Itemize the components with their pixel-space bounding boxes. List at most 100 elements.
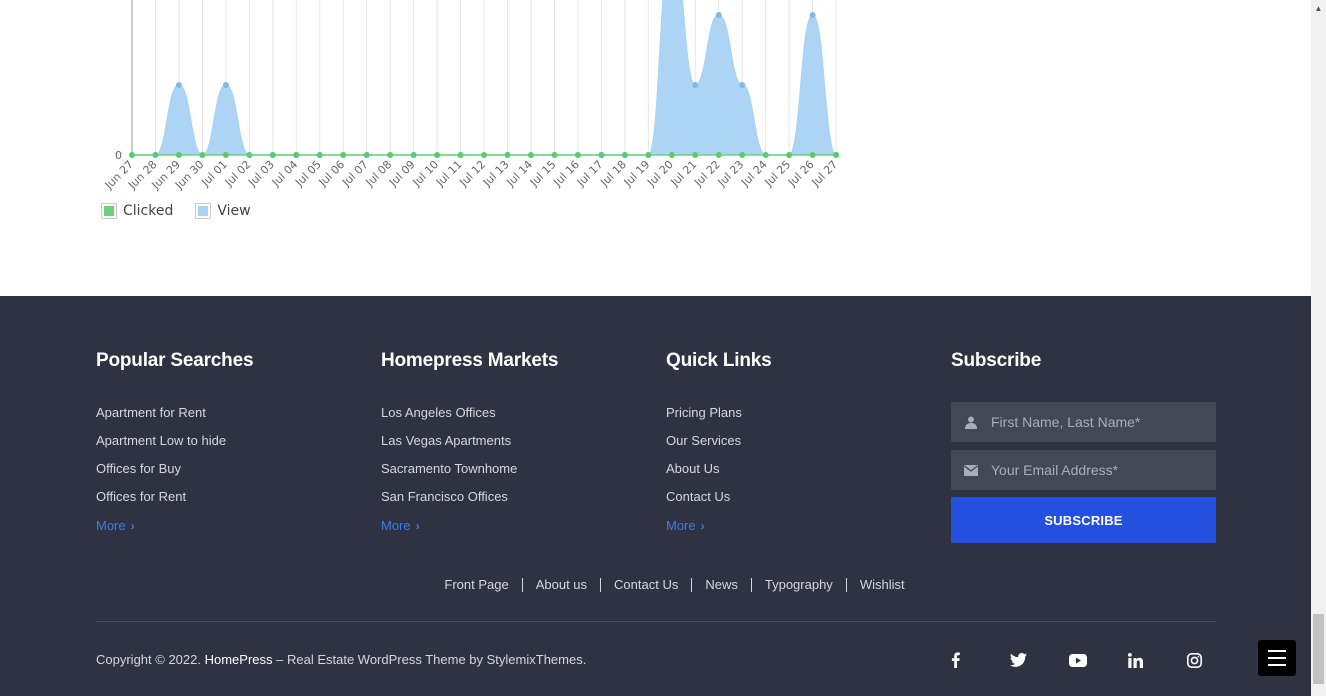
name-field[interactable] — [951, 402, 1216, 442]
footer-link[interactable]: Offices for Buy — [96, 461, 253, 489]
data-point-clicked — [293, 152, 300, 158]
footer-link[interactable]: Apartment for Rent — [96, 405, 253, 433]
footer-link[interactable]: Las Vegas Apartments — [381, 433, 558, 461]
legend-item-clicked[interactable]: Clicked — [101, 203, 173, 219]
data-point-view — [222, 82, 229, 88]
x-tick-label: Jul 26 — [785, 158, 817, 190]
data-point-clicked — [199, 152, 206, 158]
x-tick-label: Jul 09 — [386, 158, 418, 190]
data-point-clicked — [129, 152, 135, 158]
footer-nav-news[interactable]: News — [691, 578, 751, 592]
statistics-chart: 0 Jun 27 Jun 28 Jun 29 Jun 30 Jul 01 Jul 02 Jul… — [0, 0, 1311, 296]
quick-links-list: Pricing Plans Our Services About Us Cont… — [666, 405, 772, 517]
menu-bar — [1268, 657, 1286, 659]
legend-swatch-view — [195, 203, 212, 219]
footer-link[interactable]: Contact Us — [666, 489, 772, 517]
x-tick-label: Jul 21 — [668, 158, 700, 190]
scroll-up-arrow-icon[interactable]: ▲ — [1311, 0, 1326, 17]
footer-nav-front-page[interactable]: Front Page — [431, 578, 521, 592]
footer-link[interactable]: Sacramento Townhome — [381, 461, 558, 489]
chevron-right-icon: › — [415, 518, 420, 533]
youtube-icon[interactable] — [1066, 650, 1125, 670]
data-point-view — [692, 82, 699, 88]
footer-nav-contact-us[interactable]: Contact Us — [600, 578, 691, 592]
x-tick-label: Jul 22 — [691, 158, 723, 190]
quick-links-more-link[interactable]: More › — [666, 518, 705, 533]
popular-more-link[interactable]: More › — [96, 518, 135, 533]
x-tick-label: Jul 18 — [597, 158, 629, 190]
chevron-right-icon: › — [130, 518, 135, 533]
data-point-view — [809, 12, 816, 18]
data-point-clicked — [504, 152, 511, 158]
menu-bar — [1268, 664, 1286, 666]
x-tick-label: Jul 07 — [339, 158, 371, 190]
instagram-icon[interactable] — [1184, 650, 1243, 670]
footer-link[interactable]: Apartment Low to hide — [96, 433, 253, 461]
footer-nav-typography[interactable]: Typography — [750, 578, 846, 592]
x-tick-label: Jul 06 — [316, 158, 348, 190]
data-point-clicked — [621, 152, 628, 158]
envelope-icon — [951, 464, 991, 476]
copyright-prefix: Copyright © 2022. — [96, 652, 205, 667]
legend-label-view: View — [217, 203, 251, 219]
data-point-clicked — [786, 152, 793, 158]
data-point-clicked — [668, 152, 675, 158]
footer-nav-wishlist[interactable]: Wishlist — [845, 578, 918, 592]
name-input[interactable] — [991, 414, 1211, 430]
x-tick-label: Jul 10 — [410, 158, 442, 190]
data-point-view — [715, 12, 722, 18]
facebook-icon[interactable] — [948, 650, 1007, 670]
data-point-clicked — [222, 152, 229, 158]
popular-searches-title: Popular Searches — [96, 350, 254, 371]
twitter-icon[interactable] — [1007, 650, 1066, 670]
data-point-clicked — [152, 152, 159, 158]
quick-links-column: Quick Links Pricing Plans Our Services A… — [666, 350, 772, 535]
footer-link[interactable]: Offices for Rent — [96, 489, 253, 517]
x-tick-label: Jul 23 — [715, 158, 747, 190]
linkedin-icon[interactable] — [1125, 650, 1184, 670]
popular-searches-list: Apartment for Rent Apartment Low to hide… — [96, 405, 253, 517]
email-input[interactable] — [991, 462, 1211, 478]
chart-svg: 0Jun 27Jun 28Jun 29Jun 30Jul 01Jul 02Jul… — [102, 0, 841, 192]
footer-divider — [96, 621, 1216, 622]
data-point-clicked — [527, 152, 534, 158]
data-point-clicked — [645, 152, 652, 158]
footer-link[interactable]: San Francisco Offices — [381, 489, 558, 517]
data-point-clicked — [387, 152, 394, 158]
data-point-clicked — [269, 152, 276, 158]
subscribe-button[interactable]: SUBSCRIBE — [951, 497, 1216, 543]
subscribe-title: Subscribe — [951, 350, 1042, 371]
x-tick-label: Jul 13 — [480, 158, 512, 190]
x-tick-label: Jul 27 — [809, 158, 841, 190]
social-links — [948, 650, 1243, 670]
legend-item-view[interactable]: View — [195, 203, 251, 219]
more-label: More — [381, 518, 411, 533]
page-scrollbar[interactable]: ▲ — [1311, 0, 1326, 696]
footer-link[interactable]: Pricing Plans — [666, 405, 772, 433]
data-point-clicked — [434, 152, 441, 158]
footer-nav-about-us[interactable]: About us — [521, 578, 600, 592]
footer-link[interactable]: Los Angeles Offices — [381, 405, 558, 433]
copyright-suffix: – Real Estate WordPress Theme by Stylemi… — [272, 652, 587, 667]
email-field[interactable] — [951, 450, 1216, 490]
scroll-thumb[interactable] — [1313, 614, 1324, 684]
footer-link[interactable]: About Us — [666, 461, 772, 489]
footer-nav-links: Front Page About us Contact Us News Typo… — [431, 578, 917, 592]
popular-searches-column: Popular Searches Apartment for Rent Apar… — [96, 350, 254, 535]
x-tick-label: Jul 04 — [269, 158, 301, 190]
data-point-clicked — [833, 152, 840, 158]
quick-links-title: Quick Links — [666, 350, 772, 371]
data-point-clicked — [762, 152, 769, 158]
more-label: More — [666, 518, 696, 533]
data-point-clicked — [246, 152, 253, 158]
hamburger-menu-button[interactable] — [1258, 640, 1296, 676]
data-point-clicked — [715, 152, 722, 158]
x-tick-label: Jul 20 — [644, 158, 676, 190]
data-point-clicked — [340, 152, 347, 158]
x-tick-label: Jul 14 — [503, 158, 535, 190]
copyright-brand-link[interactable]: HomePress — [205, 652, 273, 667]
data-point-clicked — [574, 152, 581, 158]
footer-link[interactable]: Our Services — [666, 433, 772, 461]
copyright-text: Copyright © 2022. HomePress – Real Estat… — [96, 652, 586, 667]
markets-more-link[interactable]: More › — [381, 518, 420, 533]
